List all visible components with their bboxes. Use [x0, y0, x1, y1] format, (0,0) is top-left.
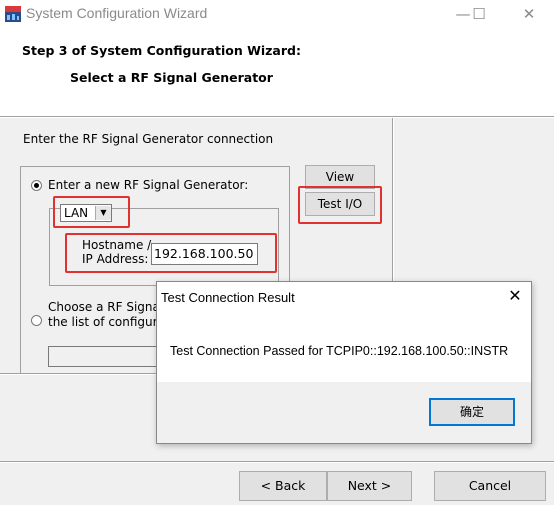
dialog-title-bar: Test Connection Result ✕	[157, 282, 531, 314]
dialog-title: Test Connection Result	[161, 290, 295, 305]
header-divider	[0, 116, 554, 118]
highlight-ip-address	[65, 233, 277, 273]
ok-button[interactable]: 确定	[429, 398, 515, 426]
window-title: System Configuration Wizard	[26, 5, 208, 21]
test-result-dialog: Test Connection Result ✕ Test Connection…	[156, 281, 532, 444]
cancel-button[interactable]: Cancel	[434, 471, 546, 501]
step-subtitle: Select a RF Signal Generator	[70, 70, 273, 85]
maximize-button[interactable]: ☐	[456, 0, 502, 30]
step-title: Step 3 of System Configuration Wizard:	[22, 43, 301, 58]
configured-generator-list[interactable]	[48, 346, 168, 367]
highlight-test-io	[298, 186, 382, 224]
dialog-close-icon[interactable]: ✕	[503, 286, 527, 306]
back-button[interactable]: < Back	[239, 471, 327, 501]
dialog-message: Test Connection Passed for TCPIP0::192.1…	[170, 344, 509, 358]
instruction-text: Enter the RF Signal Generator connection	[23, 132, 274, 146]
footer-divider	[0, 461, 554, 463]
app-icon	[5, 6, 21, 22]
new-generator-label[interactable]: Enter a new RF Signal Generator:	[48, 178, 248, 192]
dialog-body: Test Connection Passed for TCPIP0::192.1…	[157, 314, 531, 382]
next-button[interactable]: Next >	[327, 471, 412, 501]
existing-generator-label-line2[interactable]: the list of configur	[48, 315, 158, 329]
close-button[interactable]: ✕	[506, 0, 552, 30]
new-generator-radio[interactable]	[31, 180, 42, 191]
existing-generator-label[interactable]: Choose a RF Signa	[48, 300, 160, 314]
highlight-connection-type	[53, 196, 130, 228]
existing-generator-radio[interactable]	[31, 315, 42, 326]
title-bar: System Configuration Wizard — ☐ ✕	[0, 0, 554, 30]
